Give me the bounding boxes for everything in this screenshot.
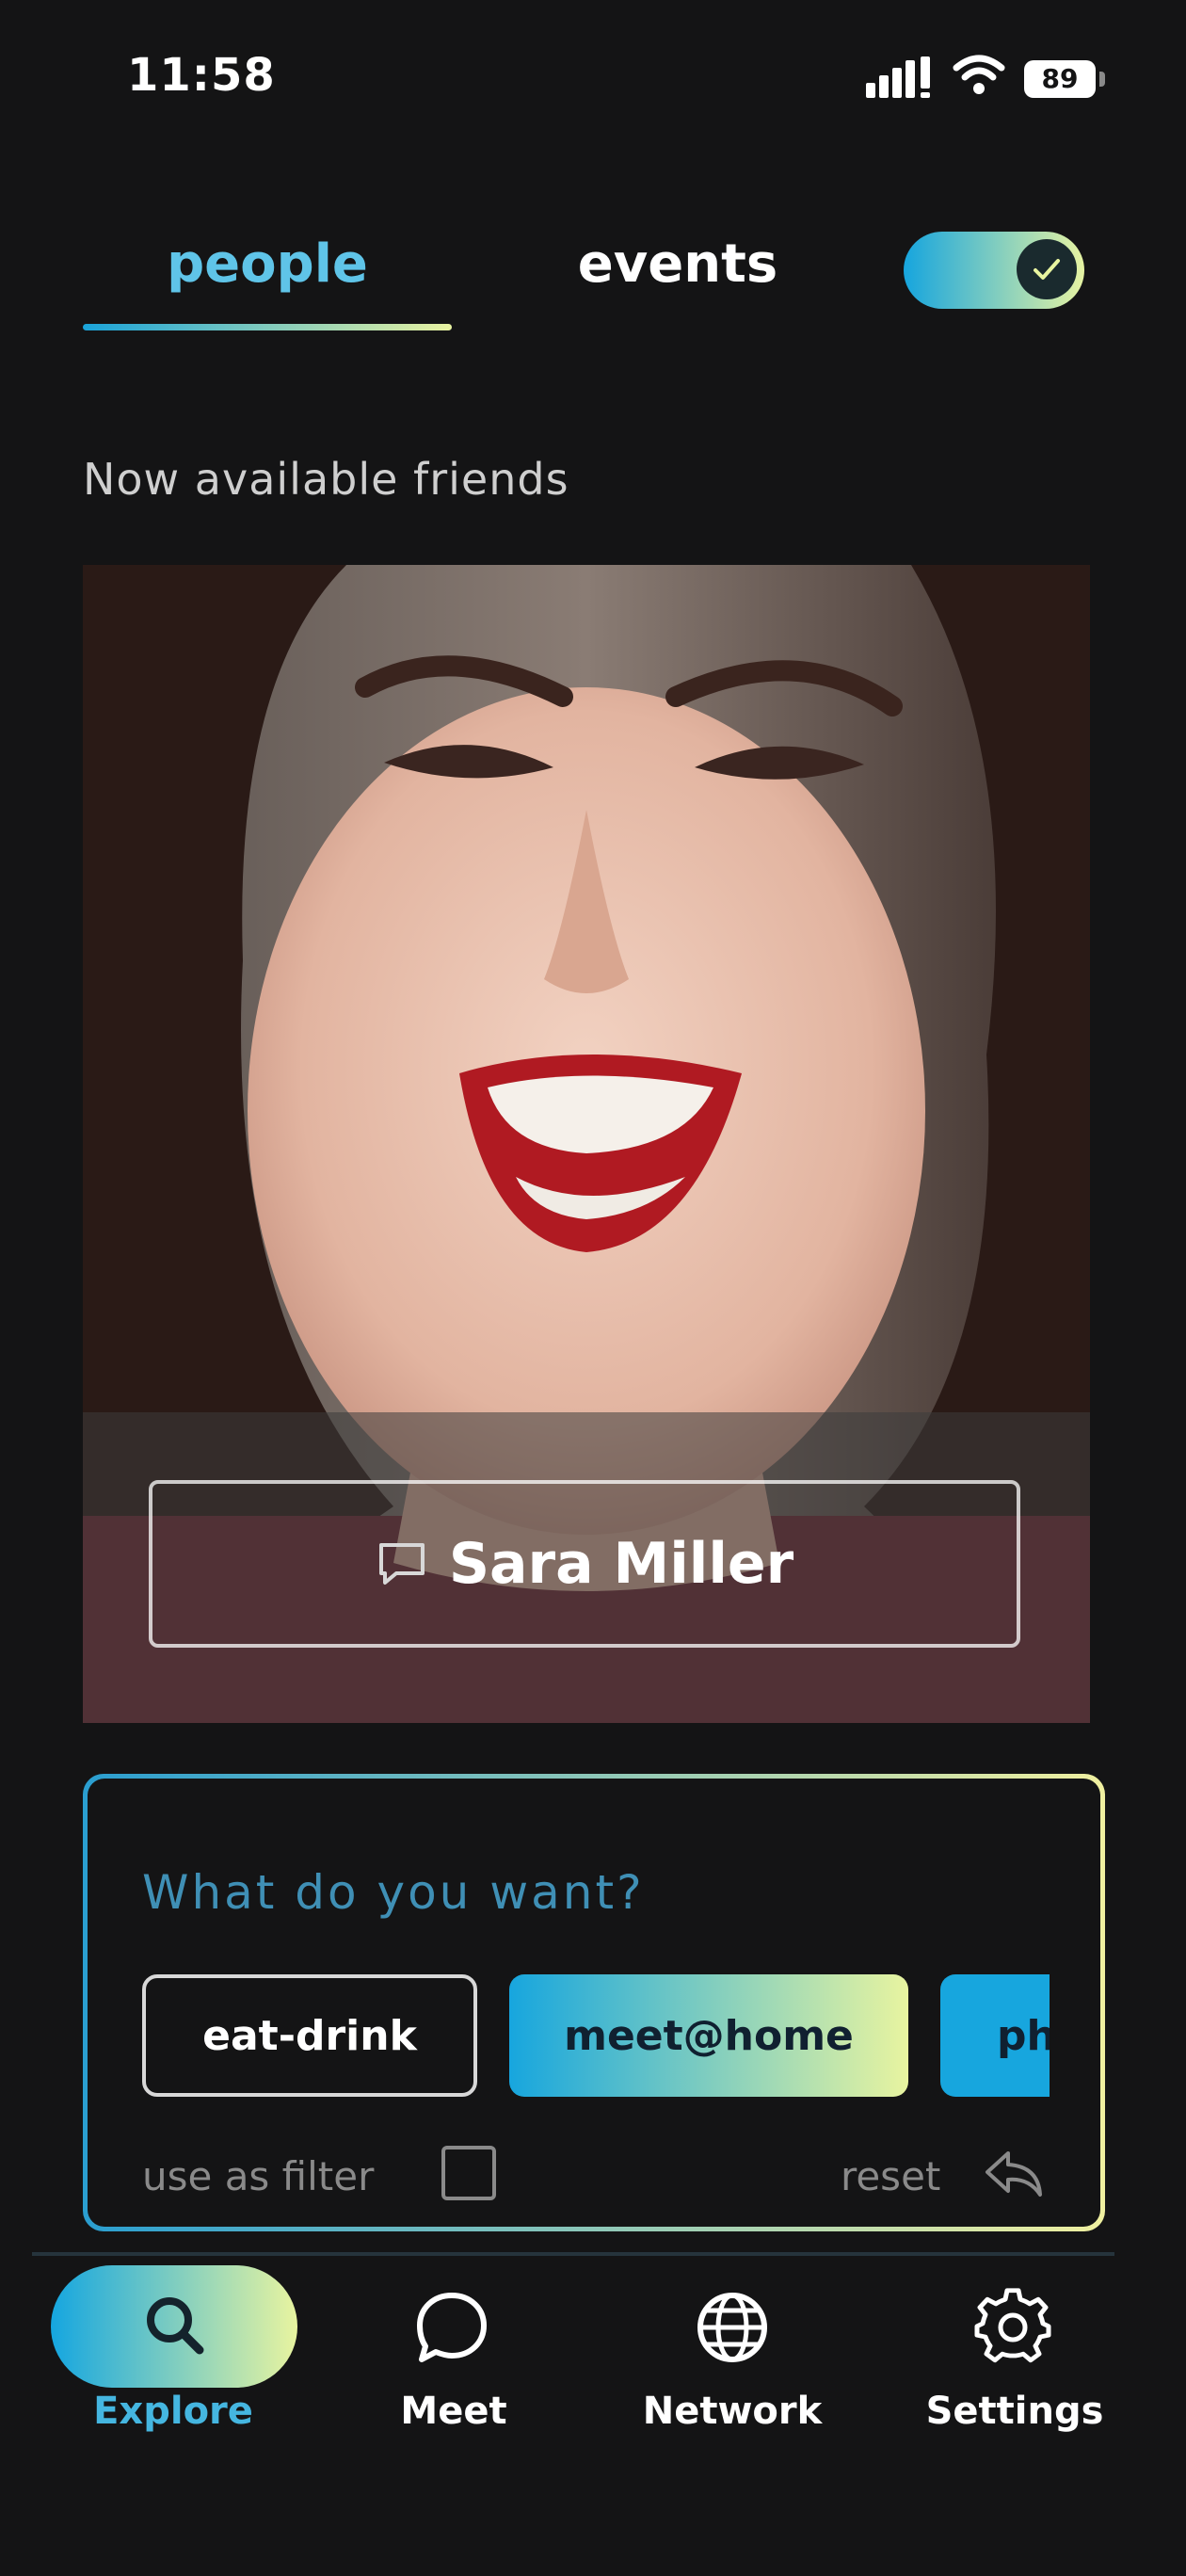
preferences-panel: What do you want? eat-drink meet@home ph… xyxy=(83,1774,1105,2231)
chip-eat-drink[interactable]: eat-drink xyxy=(142,1974,477,2097)
profile-card[interactable]: Sara Miller xyxy=(83,565,1090,1723)
status-time: 11:58 xyxy=(127,49,276,102)
nav-network-label[interactable]: Network xyxy=(619,2390,845,2433)
wifi-icon xyxy=(953,55,1005,94)
battery-indicator: 89 xyxy=(1024,60,1096,98)
tab-people[interactable]: people xyxy=(83,233,452,295)
reset-label[interactable]: reset xyxy=(841,2153,940,2199)
check-icon xyxy=(1034,259,1060,280)
use-as-filter-checkbox[interactable] xyxy=(441,2146,496,2200)
search-icon[interactable] xyxy=(137,2288,213,2363)
preferences-panel-inner: What do you want? eat-drink meet@home ph… xyxy=(88,1779,1100,2227)
reset-icon[interactable] xyxy=(982,2148,1048,2200)
section-title: Now available friends xyxy=(83,454,569,505)
nav-explore-label[interactable]: Explore xyxy=(60,2390,286,2433)
profile-name-button[interactable]: Sara Miller xyxy=(149,1480,1020,1648)
preferences-title: What do you want? xyxy=(142,1865,645,1920)
gear-icon[interactable] xyxy=(973,2288,1052,2367)
chip-meet-at-home[interactable]: meet@home xyxy=(509,1974,908,2097)
chat-icon xyxy=(378,1543,425,1585)
profile-name: Sara Miller xyxy=(448,1531,794,1597)
signal-icon xyxy=(866,56,930,98)
nav-settings-label[interactable]: Settings xyxy=(902,2390,1128,2433)
chat-bubble-icon[interactable] xyxy=(412,2288,491,2367)
nav-divider xyxy=(32,2252,1114,2256)
tab-events[interactable]: events xyxy=(527,233,828,295)
battery-tip xyxy=(1099,72,1105,87)
nav-meet-label[interactable]: Meet xyxy=(341,2390,567,2433)
availability-toggle[interactable] xyxy=(904,232,1084,309)
toggle-knob xyxy=(1017,239,1077,299)
status-bar: 11:58 89 xyxy=(0,0,1186,160)
globe-icon[interactable] xyxy=(693,2288,772,2367)
chip-scroll-clip xyxy=(1050,1957,1100,2117)
active-tab-indicator xyxy=(83,324,452,330)
use-as-filter-label: use as filter xyxy=(142,2153,375,2199)
